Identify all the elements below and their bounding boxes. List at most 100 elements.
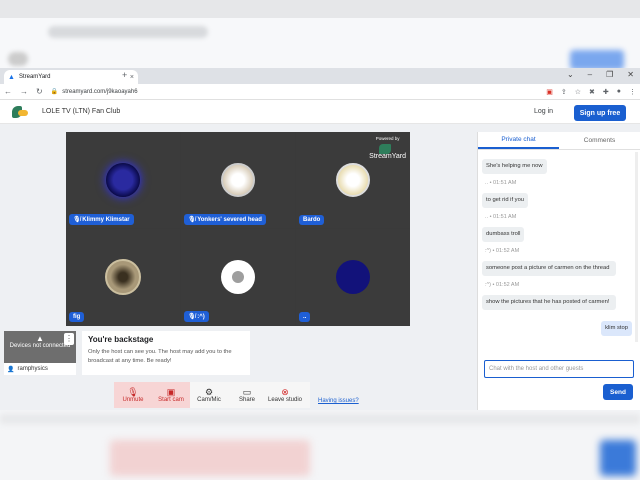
club-name: LOLE TV (LTN) Fan Club [42, 108, 121, 115]
background-page-bottom [0, 410, 640, 480]
send-button[interactable]: Send [603, 384, 633, 400]
profile-icon[interactable]: ● [617, 88, 621, 96]
mic-muted-icon: 🎙︎̸ [73, 217, 83, 223]
puzzle-icon[interactable]: ✚ [603, 88, 609, 96]
chat-message: :^) • 01:52 AM someone post a picture of… [482, 248, 632, 276]
share-button[interactable]: ▭ Share [228, 382, 266, 408]
chat-message: :^) • 01:52 AM show the pictures that he… [482, 282, 632, 310]
browser-tab[interactable]: ▲ StreamYard × [4, 70, 138, 84]
signup-button[interactable]: Sign up free [574, 105, 626, 121]
avatar [221, 163, 255, 197]
reload-icon[interactable]: ↻ [36, 87, 43, 96]
participant-name: 🎙︎̸ :^) [184, 311, 209, 322]
gear-icon: ⚙ [204, 387, 214, 397]
unmute-label: Unmute [122, 397, 144, 403]
message-text: show the pictures that he has posted of … [482, 295, 616, 310]
message-text: to get rid if you [482, 193, 529, 208]
chat-message: .. • 01:51 AM to get rid if you [482, 180, 632, 208]
more-options-icon[interactable]: ⋮ [64, 333, 74, 345]
url-field[interactable]: 🔒 streamyard.com/j9kaoayah6 [51, 86, 451, 98]
login-link[interactable]: Log in [534, 108, 553, 115]
participant-tile[interactable]: fig [66, 229, 180, 325]
help-link[interactable]: Having issues? [318, 398, 359, 404]
chat-input[interactable]: Chat with the host and other guests [484, 360, 634, 378]
participant-tile[interactable]: 🎙︎̸ :^) [181, 229, 295, 325]
message-text: someone post a picture of carmen on the … [482, 261, 616, 276]
blurred-button [570, 50, 624, 70]
cam-mic-button[interactable]: ⚙ Cam/Mic [190, 382, 228, 408]
participant-name: .. [299, 312, 311, 322]
window-controls: ⌄ – ❐ ✕ [567, 70, 634, 79]
restore-icon[interactable]: ❐ [606, 70, 613, 79]
blurred-controls [110, 440, 310, 476]
tab-bar: ▲ StreamYard × + ⌄ – ❐ ✕ [0, 68, 640, 84]
extension-icon[interactable]: ▣ [546, 88, 553, 96]
message-text: dumbass troll [482, 227, 525, 242]
blurred-address [48, 26, 208, 38]
close-icon[interactable]: ✕ [627, 70, 634, 79]
message-meta: .. • 01:51 AM [485, 214, 517, 220]
backstage-notice: You're backstage Only the host can see y… [82, 331, 250, 375]
browser-window: ▲ StreamYard × + ⌄ – ❐ ✕ ← → ↻ 🔒 streamy… [0, 68, 640, 410]
minimize-icon[interactable]: – [588, 70, 592, 79]
blurred-send [600, 440, 636, 476]
powered-by-text: Powered by [375, 136, 400, 141]
stage-grid: 🎙︎̸ Klimmy Klimstar 🎙︎̸ Yonkers' severed… [66, 132, 410, 326]
back-icon[interactable]: ← [4, 87, 12, 96]
avatar [336, 163, 370, 197]
participant-tile[interactable]: .. [296, 229, 410, 325]
leave-icon: ⊗ [281, 387, 289, 397]
chevron-down-icon[interactable]: ⌄ [567, 70, 574, 79]
avatar [105, 259, 141, 295]
participant-tile[interactable]: 🎙︎̸ Yonkers' severed head [181, 132, 295, 228]
leave-studio-label: Leave studio [267, 397, 303, 403]
mic-muted-icon: 🎙︎̸ [188, 217, 198, 223]
tab-comments[interactable]: Comments [559, 132, 640, 149]
cam-mic-label: Cam/Mic [197, 397, 221, 403]
message-meta: :^) • 01:52 AM [485, 282, 520, 288]
start-cam-label: Start cam [158, 397, 184, 403]
self-preview: ▲ Devices not connected ⋮ [4, 331, 76, 363]
participant-name: Bardo [299, 215, 325, 225]
unmute-button[interactable]: 🎙︎ Unmute [114, 382, 152, 408]
leave-studio-button[interactable]: ⊗ Leave studio [266, 382, 304, 408]
brand-name: StreamYard [369, 153, 406, 160]
participant-name: fig [69, 312, 85, 322]
extensions: ▣ ⇪ ☆ ✖ ✚ ● ⋮ [546, 88, 636, 96]
tab-title: StreamYard [18, 74, 51, 80]
more-icon[interactable]: ⋮ [629, 88, 636, 96]
participant-name: 🎙︎̸ Klimmy Klimstar [69, 214, 134, 225]
start-cam-button[interactable]: ▣ Start cam [152, 382, 190, 408]
avatar [106, 163, 140, 197]
participant-tile[interactable]: 🎙︎̸ Klimmy Klimstar [66, 132, 180, 228]
chat-message: She's helping me now [482, 154, 632, 174]
tab-private-chat[interactable]: Private chat [478, 132, 559, 149]
address-bar: ← → ↻ 🔒 streamyard.com/j9kaoayah6 ▣ ⇪ ☆ … [0, 84, 640, 100]
participant-tile[interactable]: Bardo Powered by StreamYard [296, 132, 410, 228]
bookmark-star-icon[interactable]: ☆ [575, 88, 581, 96]
participant-name: 🎙︎̸ Yonkers' severed head [184, 214, 266, 225]
new-tab-icon[interactable]: + [122, 70, 127, 80]
chat-message-own: klim stop [482, 316, 632, 336]
lock-icon: 🔒 [50, 89, 59, 95]
share-page-icon[interactable]: ⇪ [561, 88, 567, 96]
camera-off-icon: ▣ [166, 387, 176, 397]
forward-icon[interactable]: → [20, 87, 28, 96]
message-text: klim stop [601, 321, 632, 336]
avatar [336, 260, 370, 294]
background-page-top [0, 0, 640, 70]
url-text: streamyard.com/j9kaoayah6 [62, 88, 138, 95]
person-icon: 👤 [7, 366, 15, 373]
username: ramphysics [17, 366, 48, 372]
chat-scrollbar[interactable] [635, 152, 638, 342]
blurred-bar [0, 0, 640, 18]
message-meta: :^) • 01:52 AM [485, 248, 520, 254]
powered-by-badge: Powered by StreamYard [369, 136, 406, 160]
chat-tabs: Private chat Comments [478, 132, 640, 150]
tools-icon[interactable]: ✖ [589, 88, 595, 96]
streamyard-favicon-icon: ▲ [8, 73, 15, 81]
mic-muted-icon: 🎙︎̸ [188, 314, 198, 320]
backstage-title: You're backstage [88, 335, 154, 344]
close-tab-icon[interactable]: × [130, 74, 134, 81]
message-meta: .. • 01:51 AM [485, 180, 517, 186]
